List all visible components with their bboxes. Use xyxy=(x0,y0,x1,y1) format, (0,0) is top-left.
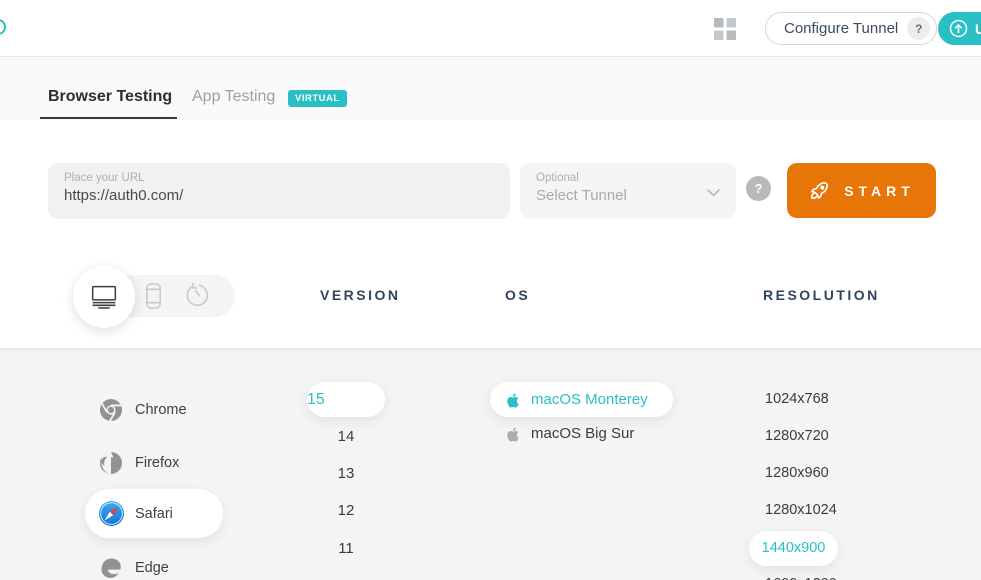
desktop-icon xyxy=(87,283,121,311)
tab-bar: Browser Testing App Testing VIRTUAL xyxy=(0,57,981,120)
version-item[interactable]: 14 xyxy=(307,428,385,445)
browser-label: Edge xyxy=(135,560,169,576)
os-label: macOS Big Sur xyxy=(531,425,634,442)
os-item-selected[interactable]: macOS Monterey xyxy=(490,382,673,417)
resolution-item[interactable]: 1280x720 xyxy=(765,428,829,444)
tunnel-select-value: Select Tunnel xyxy=(536,187,720,204)
start-label: START xyxy=(844,183,915,199)
arrow-up-circle-icon xyxy=(949,19,968,38)
column-header-os: OS xyxy=(505,287,530,303)
tunnel-help-icon[interactable]: ? xyxy=(907,17,930,40)
firefox-icon xyxy=(99,451,123,475)
url-input[interactable] xyxy=(64,187,484,204)
chevron-down-icon xyxy=(707,189,720,197)
rocket-icon xyxy=(808,179,831,202)
configure-tunnel-label: Configure Tunnel xyxy=(784,20,898,37)
history-icon xyxy=(186,282,213,309)
browser-item-chrome[interactable]: Chrome xyxy=(85,387,223,433)
device-mobile-button[interactable] xyxy=(142,282,165,313)
os-label: macOS Monterey xyxy=(531,391,648,408)
browser-item-safari-selected[interactable]: Safari xyxy=(85,489,223,538)
virtual-badge: VIRTUAL xyxy=(288,90,347,107)
browser-item-edge[interactable]: Edge xyxy=(85,545,223,580)
resolution-item[interactable]: 1280x1024 xyxy=(765,502,837,518)
column-header-version: VERSION xyxy=(320,287,401,303)
apps-grid-icon[interactable] xyxy=(714,18,736,40)
tunnel-select[interactable]: Optional Select Tunnel xyxy=(520,163,736,219)
browser-label: Safari xyxy=(135,506,173,522)
mobile-icon xyxy=(142,282,165,310)
resolution-item[interactable]: 1024x768 xyxy=(765,391,829,407)
top-bar: Configure Tunnel ? U xyxy=(0,0,981,57)
help-icon[interactable]: ? xyxy=(746,176,771,201)
column-header-resolution: RESOLUTION xyxy=(763,287,880,303)
upgrade-label: U xyxy=(975,21,981,37)
tab-app-testing[interactable]: App Testing xyxy=(192,88,275,106)
apple-icon xyxy=(506,392,520,408)
version-item[interactable]: 13 xyxy=(307,465,385,482)
brand-logo-icon xyxy=(0,19,6,35)
configure-tunnel-button[interactable]: Configure Tunnel ? xyxy=(765,12,937,45)
configuration-list: Chrome Firefox Safari xyxy=(0,348,981,580)
version-item-selected[interactable]: 15 xyxy=(307,382,385,417)
resolution-item[interactable]: 1600x1200 xyxy=(765,576,837,580)
launch-form: Place your URL Optional Select Tunnel ? … xyxy=(0,120,981,348)
resolution-item-selected[interactable]: 1440x900 xyxy=(749,531,838,566)
start-button[interactable]: START xyxy=(787,163,936,218)
tab-browser-testing[interactable]: Browser Testing xyxy=(48,88,172,106)
url-field[interactable]: Place your URL xyxy=(48,163,510,219)
edge-icon xyxy=(99,556,123,580)
tunnel-select-label: Optional xyxy=(536,172,720,184)
url-field-label: Place your URL xyxy=(64,172,494,184)
version-item[interactable]: 12 xyxy=(307,502,385,519)
os-item[interactable]: macOS Big Sur xyxy=(490,425,690,442)
session-history-button[interactable] xyxy=(186,282,213,312)
version-item[interactable]: 11 xyxy=(307,540,385,557)
active-tab-underline xyxy=(40,117,177,119)
safari-icon xyxy=(98,500,125,527)
browser-testing-page: Configure Tunnel ? U Browser Testing App… xyxy=(0,0,981,580)
device-desktop-button[interactable] xyxy=(73,266,135,328)
apple-icon xyxy=(506,426,520,442)
resolution-item[interactable]: 1280x960 xyxy=(765,465,829,481)
upgrade-button[interactable]: U xyxy=(938,12,981,45)
browser-label: Chrome xyxy=(135,402,187,418)
chrome-icon xyxy=(99,398,123,422)
browser-item-firefox[interactable]: Firefox xyxy=(85,440,223,486)
browser-label: Firefox xyxy=(135,455,179,471)
